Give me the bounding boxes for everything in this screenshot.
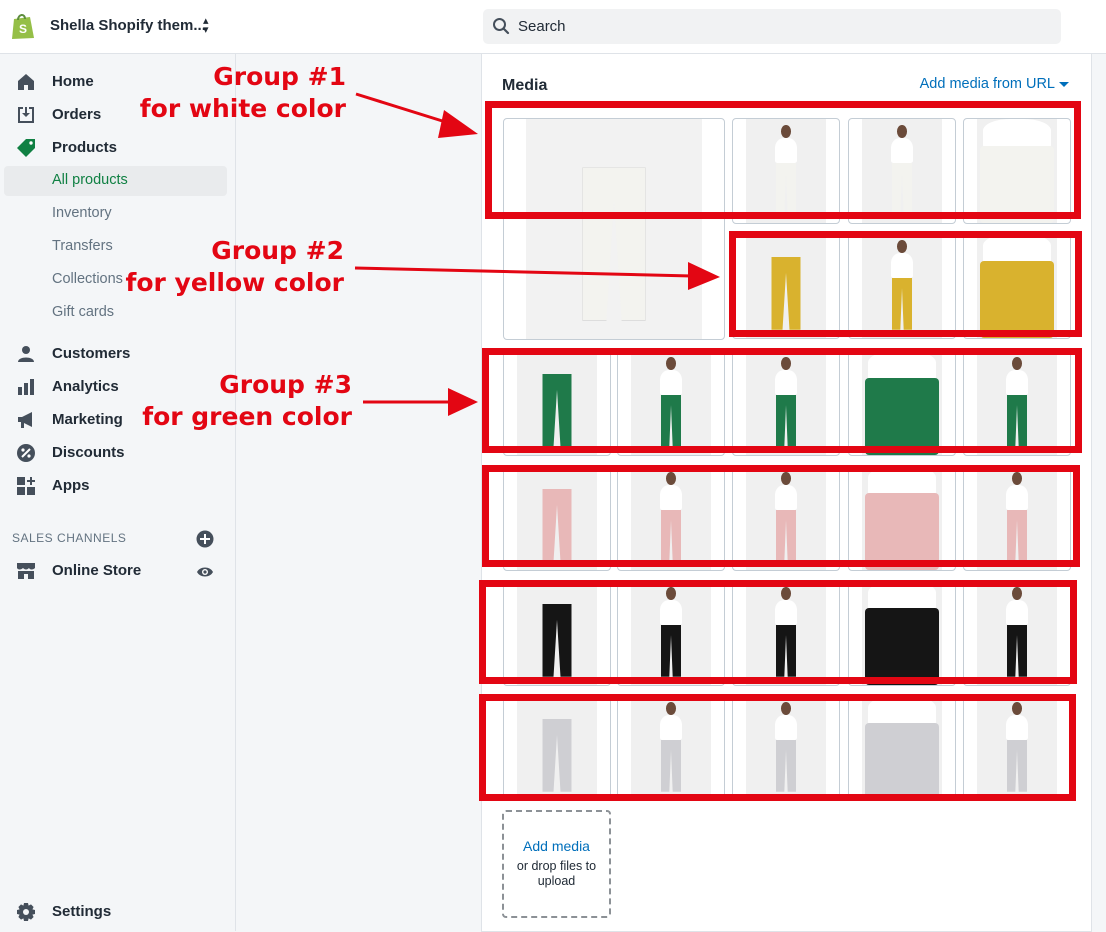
sidebar-item-settings[interactable]: Settings <box>0 897 235 927</box>
add-media-from-url-label: Add media from URL <box>919 76 1055 92</box>
sidebar-item-label: Settings <box>52 903 112 920</box>
annotation-subtitle: for green color <box>142 402 352 431</box>
eye-icon[interactable] <box>196 565 214 579</box>
annotation-subtitle: for yellow color <box>125 268 344 297</box>
sidebar-subitem-gift-cards[interactable]: Gift cards <box>4 298 227 328</box>
apps-icon <box>17 477 35 495</box>
group3-annotation: Group #3 for green color <box>110 369 352 433</box>
store-switcher-icon[interactable]: ▴ ▾ <box>203 16 209 36</box>
add-media-from-url-button[interactable]: Add media from URL <box>920 76 1069 92</box>
add-media-hint: or drop files to upload <box>516 859 597 888</box>
caret-down-icon <box>1059 81 1069 87</box>
sidebar-item-discounts[interactable]: Discounts <box>0 438 235 468</box>
top-bar: S Shella Shopify them... ▴ ▾ Search <box>0 0 1106 54</box>
add-media-dropzone[interactable]: Add media or drop files to upload <box>502 810 611 918</box>
sidebar-item-customers[interactable]: Customers <box>0 339 235 369</box>
annotation-subtitle: for white color <box>139 94 346 123</box>
media-title: Media <box>502 77 548 94</box>
sidebar-item-label: Analytics <box>52 378 119 395</box>
group2-annotation: Group #2 for yellow color <box>100 235 344 299</box>
sidebar-subitem-all-products[interactable]: All products <box>4 166 227 196</box>
svg-text:S: S <box>19 22 27 36</box>
search-bar[interactable]: Search <box>483 9 1061 44</box>
annotation-title: Group #1 <box>213 62 346 91</box>
black-highlight <box>479 580 1077 684</box>
person-icon <box>18 346 34 362</box>
arrow-group1 <box>355 92 478 138</box>
sidebar-item-label: Customers <box>52 345 131 362</box>
group2-highlight <box>729 231 1082 337</box>
sidebar-item-label: Gift cards <box>52 304 115 320</box>
sidebar-item-apps[interactable]: Apps <box>0 471 235 501</box>
group1-highlight <box>485 101 1081 219</box>
sidebar-subitem-inventory[interactable]: Inventory <box>4 199 227 229</box>
sidebar: Home Orders Products All products Invent… <box>0 54 236 931</box>
sales-channels-heading: SALES CHANNELS <box>12 531 127 545</box>
orders-icon <box>18 107 34 123</box>
search-placeholder: Search <box>518 18 566 35</box>
add-channel-icon[interactable] <box>196 530 214 548</box>
sidebar-item-label: Apps <box>52 477 90 494</box>
group3-highlight <box>482 348 1082 453</box>
add-media-link[interactable]: Add media <box>504 838 609 854</box>
shopify-bag-icon[interactable]: S <box>10 12 36 40</box>
pink-highlight <box>482 465 1080 567</box>
sidebar-item-label: Inventory <box>52 205 112 221</box>
discount-icon <box>17 444 35 462</box>
tag-icon <box>17 139 35 157</box>
sidebar-item-label: All products <box>52 172 128 188</box>
megaphone-icon <box>18 412 32 428</box>
annotation-title: Group #2 <box>211 236 344 265</box>
gear-icon <box>17 903 35 921</box>
sidebar-item-products[interactable]: Products <box>0 133 235 163</box>
home-icon <box>18 74 34 90</box>
store-icon <box>17 563 35 579</box>
group1-annotation: Group #1 for white color <box>110 61 346 125</box>
sidebar-item-label: Products <box>52 139 118 156</box>
sidebar-item-label: Online Store <box>52 562 142 579</box>
store-name[interactable]: Shella Shopify them... <box>50 17 206 34</box>
arrow-group3 <box>363 388 478 416</box>
sidebar-item-label: Home <box>52 73 94 90</box>
bar-chart-icon <box>18 379 34 395</box>
search-icon <box>493 18 510 35</box>
grey-highlight <box>479 694 1076 801</box>
sidebar-item-label: Discounts <box>52 444 125 461</box>
annotation-title: Group #3 <box>219 370 352 399</box>
sidebar-item-label: Orders <box>52 106 102 123</box>
